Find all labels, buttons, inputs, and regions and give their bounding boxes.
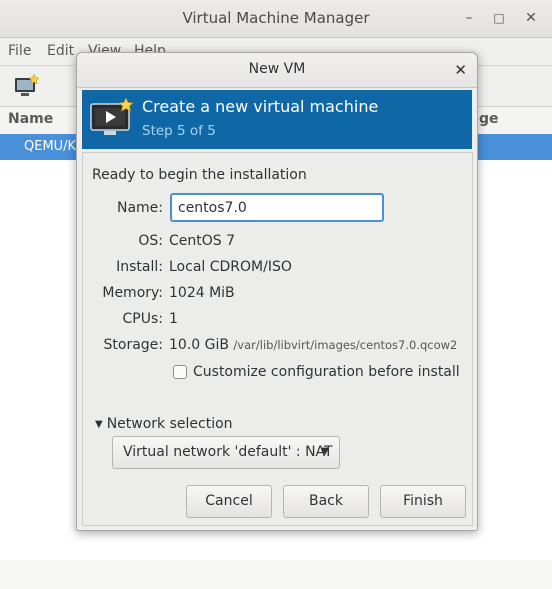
- storage-label: Storage:: [103, 337, 164, 353]
- menu-file[interactable]: File: [8, 43, 31, 59]
- customize-checkbox[interactable]: [173, 365, 187, 379]
- monitor-new-icon: [90, 97, 136, 146]
- name-label: Name:: [116, 200, 163, 216]
- storage-size: 10.0 GiB: [169, 337, 229, 353]
- menu-edit[interactable]: Edit: [47, 43, 74, 59]
- column-usage-header[interactable]: ge: [479, 111, 499, 127]
- wizard-banner: Create a new virtual machine Step 5 of 5: [82, 90, 472, 149]
- banner-step: Step 5 of 5: [142, 123, 216, 139]
- network-selected-value: Virtual network 'default' : NAT: [123, 444, 333, 460]
- main-titlebar[interactable]: Virtual Machine Manager – □ ✕: [0, 0, 552, 38]
- close-icon[interactable]: ✕: [454, 61, 467, 79]
- chevron-down-icon: ▼: [95, 419, 103, 430]
- install-value: Local CDROM/ISO: [169, 259, 292, 275]
- back-button[interactable]: Back: [283, 485, 369, 518]
- memory-value: 1024 MiB: [169, 285, 235, 301]
- column-name-header[interactable]: Name: [8, 111, 53, 127]
- new-vm-dialog: New VM ✕ Create a new virtual machine St…: [76, 52, 478, 531]
- dialog-titlebar[interactable]: New VM ✕: [77, 53, 477, 88]
- banner-title: Create a new virtual machine: [142, 97, 379, 116]
- network-expander[interactable]: ▼ Network selection: [95, 416, 233, 432]
- network-select[interactable]: Virtual network 'default' : NAT ▼: [112, 436, 340, 469]
- vm-name-input[interactable]: [170, 193, 384, 222]
- storage-path: /var/lib/libvirt/images/centos7.0.qcow2: [233, 338, 458, 352]
- storage-info: 10.0 GiB /var/lib/libvirt/images/centos7…: [169, 337, 457, 353]
- minimize-icon[interactable]: –: [460, 9, 478, 27]
- new-vm-icon[interactable]: [14, 73, 40, 102]
- os-value: CentOS 7: [169, 233, 236, 249]
- dropdown-arrow-icon: ▼: [321, 446, 329, 457]
- os-label: OS:: [138, 233, 163, 249]
- cancel-button[interactable]: Cancel: [186, 485, 272, 518]
- network-expander-label: Network selection: [106, 416, 233, 432]
- dialog-title: New VM: [248, 61, 306, 77]
- ready-heading: Ready to begin the installation: [92, 167, 307, 183]
- customize-checkbox-label[interactable]: Customize configuration before install: [193, 364, 460, 380]
- install-label: Install:: [116, 259, 163, 275]
- maximize-icon[interactable]: □: [490, 9, 508, 27]
- close-icon[interactable]: ✕: [522, 9, 540, 27]
- main-window-footer: [0, 560, 552, 589]
- finish-button[interactable]: Finish: [380, 485, 466, 518]
- cpus-value: 1: [169, 311, 178, 327]
- cpus-label: CPUs:: [122, 311, 163, 327]
- memory-label: Memory:: [102, 285, 163, 301]
